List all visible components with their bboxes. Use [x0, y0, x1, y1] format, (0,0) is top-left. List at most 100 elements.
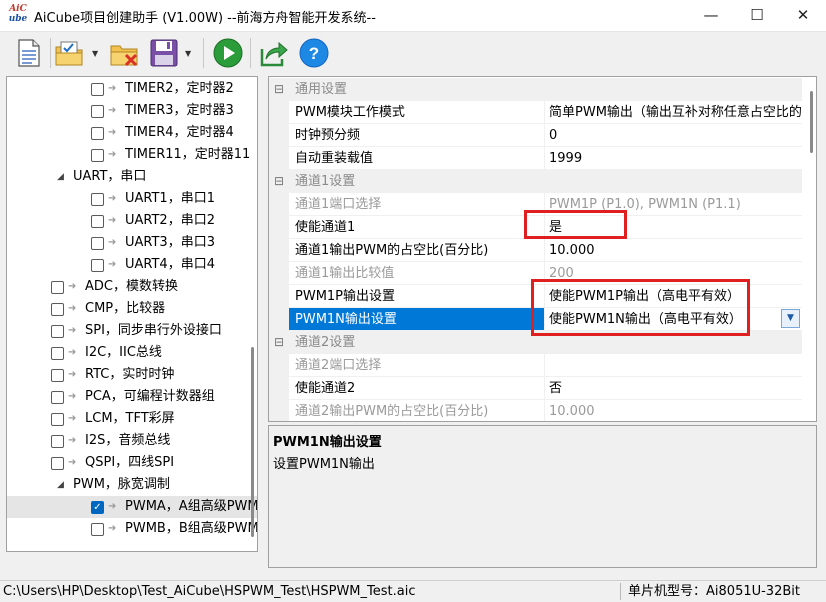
tree-item-timer4[interactable]: ➜ TIMER4，定时器4 — [7, 122, 257, 144]
property-value[interactable]: 简单PWM输出（输出互补对称任意占空比的PWM） — [544, 101, 802, 124]
tree-group-label: PWM，脉宽调制 — [73, 477, 170, 492]
expand-caret-icon[interactable]: ◢ — [57, 474, 64, 496]
project-path: C:\Users\HP\Desktop\Test_AiCube\HSPWM_Te… — [3, 584, 416, 599]
tree-group-uart[interactable]: ◢ UART，串口 — [7, 166, 257, 188]
tree-item-rtc[interactable]: ➜ RTC，实时时钟 — [7, 364, 257, 386]
new-project-button[interactable] — [12, 37, 44, 69]
property-grid[interactable]: ⊟ 通用设置 PWM模块工作模式 简单PWM输出（输出互补对称任意占空比的PWM… — [268, 76, 817, 422]
checkbox[interactable] — [51, 413, 64, 426]
checkbox[interactable] — [91, 259, 104, 272]
checkbox[interactable] — [91, 83, 104, 96]
checkbox[interactable] — [91, 237, 104, 250]
expand-caret-icon[interactable]: ◢ — [57, 166, 64, 188]
property-name: 通道2端口选择 — [289, 354, 544, 377]
arrow-right-icon: ➜ — [108, 237, 117, 248]
tree-item-pca[interactable]: ➜ PCA，可编程计数器组 — [7, 386, 257, 408]
description-pane: PWM1N输出设置 设置PWM1N输出 — [268, 425, 817, 568]
row-gutter — [269, 101, 289, 124]
checkbox[interactable] — [51, 303, 64, 316]
tree-item-cmp[interactable]: ➜ CMP，比较器 — [7, 298, 257, 320]
run-button[interactable] — [212, 37, 244, 69]
mcu-value: Ai8051U-32Bit — [706, 584, 800, 599]
grid-scrollbar[interactable] — [810, 91, 813, 153]
checkbox[interactable] — [91, 523, 104, 536]
checkbox[interactable] — [51, 369, 64, 382]
open-project-button[interactable] — [53, 37, 85, 69]
tree-item-pwma[interactable]: ✓ ➜ PWMA，A组高级PWM — [7, 496, 257, 518]
category-general[interactable]: ⊟ 通用设置 — [269, 78, 802, 101]
property-row-ch2-enable[interactable]: 使能通道2 否 — [269, 377, 802, 400]
checkbox[interactable] — [51, 391, 64, 404]
row-gutter — [269, 400, 289, 421]
tree-item-uart4[interactable]: ➜ UART4，串口4 — [7, 254, 257, 276]
checkbox[interactable] — [51, 347, 64, 360]
arrow-right-icon: ➜ — [108, 501, 117, 512]
tree-item-uart1[interactable]: ➜ UART1，串口1 — [7, 188, 257, 210]
checkbox[interactable] — [91, 215, 104, 228]
checkbox[interactable] — [91, 127, 104, 140]
checkbox[interactable] — [51, 435, 64, 448]
property-row-prescaler[interactable]: 时钟预分频 0 — [269, 124, 802, 147]
export-button[interactable] — [258, 37, 290, 69]
arrow-right-icon: ➜ — [68, 303, 77, 314]
checkbox[interactable] — [91, 149, 104, 162]
tree-item-timer3[interactable]: ➜ TIMER3，定时器3 — [7, 100, 257, 122]
property-value[interactable]: 否 — [544, 377, 802, 400]
tree-item-spi[interactable]: ➜ SPI，同步串行外设接口 — [7, 320, 257, 342]
status-bar: C:\Users\HP\Desktop\Test_AiCube\HSPWM_Te… — [0, 580, 826, 602]
property-row-ch2-port[interactable]: 通道2端口选择 — [269, 354, 802, 377]
tree-item-timer11[interactable]: ➜ TIMER11，定时器11 — [7, 144, 257, 166]
maximize-button[interactable]: ☐ — [734, 0, 780, 32]
help-glyph: ? — [309, 44, 319, 63]
tree-item-adc[interactable]: ➜ ADC，模数转换 — [7, 276, 257, 298]
property-value[interactable]: 1999 — [544, 147, 802, 170]
arrow-right-icon: ➜ — [108, 523, 117, 534]
category-channel1[interactable]: ⊟ 通道1设置 — [269, 170, 802, 193]
close-button[interactable]: ✕ — [780, 0, 826, 32]
tree-item-uart3[interactable]: ➜ UART3，串口3 — [7, 232, 257, 254]
save-project-button[interactable] — [148, 37, 180, 69]
property-value[interactable]: 10.000 — [544, 239, 802, 262]
checkbox-checked[interactable]: ✓ — [91, 501, 104, 514]
tree-item-pwmb[interactable]: ➜ PWMB，B组高级PWM — [7, 518, 257, 540]
annotation-box-enable-ch1 — [524, 210, 627, 239]
property-name: PWM1N输出设置 — [289, 308, 544, 331]
dropdown-chevron-icon[interactable]: ▼ — [781, 309, 800, 328]
property-row-ch2-duty[interactable]: 通道2输出PWM的占空比(百分比) 10.000 — [269, 400, 802, 421]
property-row-auto-reload[interactable]: 自动重装载值 1999 — [269, 147, 802, 170]
checkbox[interactable] — [51, 457, 64, 470]
category-label: 通道1设置 — [295, 174, 356, 189]
checkbox[interactable] — [51, 325, 64, 338]
tree-scrollbar[interactable] — [251, 347, 254, 537]
tree-item-label: LCM，TFT彩屏 — [85, 411, 175, 426]
save-dropdown-caret-icon[interactable]: ▼ — [185, 49, 191, 58]
property-value[interactable]: 0 — [544, 124, 802, 147]
tree-item-qspi[interactable]: ➜ QSPI，四线SPI — [7, 452, 257, 474]
help-button[interactable]: ? — [298, 37, 330, 69]
checkbox[interactable] — [91, 193, 104, 206]
close-project-button[interactable] — [108, 37, 140, 69]
collapse-icon[interactable]: ⊟ — [274, 170, 284, 193]
tree-item-i2s[interactable]: ➜ I2S，音频总线 — [7, 430, 257, 452]
property-row-pwm-mode[interactable]: PWM模块工作模式 简单PWM输出（输出互补对称任意占空比的PWM） — [269, 101, 802, 124]
open-dropdown-caret-icon[interactable]: ▼ — [92, 49, 98, 58]
logo-line2: ube — [8, 14, 28, 24]
tree-item-i2c[interactable]: ➜ I2C，IIC总线 — [7, 342, 257, 364]
description-text: 设置PWM1N输出 — [273, 457, 375, 472]
minimize-button[interactable]: — — [688, 0, 734, 32]
row-gutter — [269, 147, 289, 170]
checkbox[interactable] — [91, 105, 104, 118]
tree-item-timer2[interactable]: ➜ TIMER2，定时器2 — [7, 78, 257, 100]
checkbox[interactable] — [51, 281, 64, 294]
collapse-icon[interactable]: ⊟ — [274, 78, 284, 101]
property-row-ch1-duty[interactable]: 通道1输出PWM的占空比(百分比) 10.000 — [269, 239, 802, 262]
tree-item-uart2[interactable]: ➜ UART2，串口2 — [7, 210, 257, 232]
collapse-icon[interactable]: ⊟ — [274, 331, 284, 354]
tree-item-lcm[interactable]: ➜ LCM，TFT彩屏 — [7, 408, 257, 430]
peripheral-tree[interactable]: ➜ TIMER2，定时器2 ➜ TIMER3，定时器3 ➜ TIMER4，定时器… — [6, 76, 258, 552]
tree-item-label: I2C，IIC总线 — [85, 345, 162, 360]
mcu-model: 单片机型号：Ai8051U-32Bit — [628, 581, 800, 602]
tree-item-label: TIMER3，定时器3 — [125, 103, 234, 118]
arrow-right-icon: ➜ — [68, 457, 77, 468]
tree-group-pwm[interactable]: ◢ PWM，脉宽调制 — [7, 474, 257, 496]
